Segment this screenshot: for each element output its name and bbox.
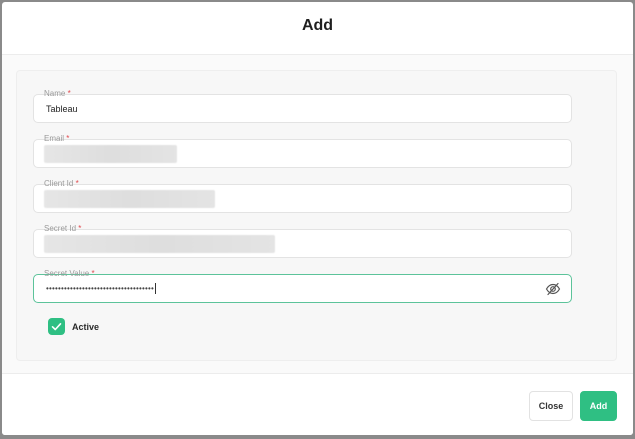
secret-id-label: Secret Id * — [44, 224, 82, 233]
secret-value-masked: •••••••••••••••••••••••••••••••••••• — [46, 283, 157, 295]
close-button[interactable]: Close — [529, 391, 573, 421]
secret-value-field[interactable]: Secret Value * •••••••••••••••••••••••••… — [33, 269, 572, 303]
client-id-label: Client Id * — [44, 179, 79, 188]
email-redacted-value — [44, 145, 177, 163]
name-label: Name * — [44, 89, 71, 98]
text-caret — [155, 283, 157, 295]
dialog-title: Add — [301, 17, 334, 34]
name-field[interactable]: Name * Tableau — [33, 89, 572, 123]
secret-value-label: Secret Value * — [44, 269, 95, 278]
dialog-header: Add — [2, 2, 633, 55]
check-icon — [51, 323, 62, 331]
eye-slash-icon[interactable] — [545, 281, 561, 297]
add-button[interactable]: Add — [580, 391, 617, 421]
client-id-field[interactable]: Client Id * — [33, 179, 572, 213]
email-field[interactable]: Email * — [33, 134, 572, 168]
client-id-redacted-value — [44, 190, 215, 208]
add-dialog: Add Name * Tableau Email * Client Id * S… — [2, 2, 633, 435]
email-label: Email * — [44, 134, 70, 143]
active-checkbox[interactable] — [48, 318, 65, 335]
active-label: Active — [72, 322, 100, 332]
name-value: Tableau — [46, 104, 78, 114]
secret-id-redacted-value — [44, 235, 275, 253]
secret-id-field[interactable]: Secret Id * — [33, 224, 572, 258]
dialog-footer: Close Add — [2, 373, 633, 435]
